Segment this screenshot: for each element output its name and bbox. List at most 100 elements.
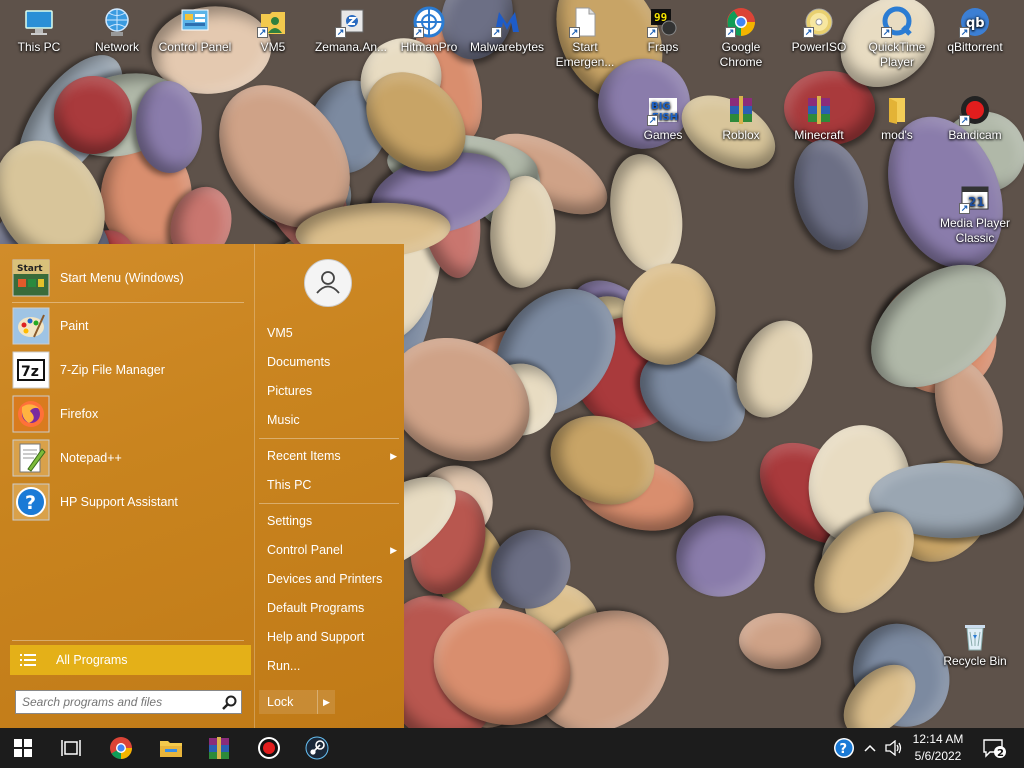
taskbar-bandicam[interactable] [246,728,292,768]
places-item-default-programs[interactable]: Default Programs [267,599,397,617]
program-label: Paint [60,319,89,333]
media-player-classic-icon: 21 ↗ [959,182,991,214]
places-item-pictures[interactable]: Pictures [267,382,397,400]
desktop-icon-hitmanpro[interactable]: ↗ HitmanPro [390,0,468,55]
chevron-up-icon [864,744,876,752]
submenu-arrow-icon: ▶ [390,545,397,555]
start-menu-places-pane: VM5 Documents Pictures Music Recent Item… [254,244,404,728]
search-box[interactable] [15,690,242,714]
divider [259,438,399,439]
folder-icon [881,94,913,126]
places-item-music[interactable]: Music [267,411,397,429]
shortcut-arrow-icon: ↗ [257,27,268,38]
desktop-icon-this-pc[interactable]: This PC [0,0,78,55]
pebble-decoration [783,132,878,258]
task-view-button[interactable] [48,728,94,768]
program-label: HP Support Assistant [60,495,178,509]
firefox-icon [12,395,50,433]
places-item-help-support[interactable]: Help and Support [267,628,397,646]
taskbar-file-explorer[interactable] [148,728,194,768]
program-firefox[interactable]: Firefox [12,394,248,434]
desktop-icon-zemana[interactable]: ↗ Zemana.An... [312,0,390,55]
desktop-icon-media-player-classic[interactable]: 21 ↗ Media Player Classic [936,176,1014,246]
desktop-icon-recycle-bin[interactable]: Recycle Bin [936,614,1014,669]
desktop-icon-control-panel[interactable]: Control Panel [156,0,234,55]
submenu-arrow-icon: ▶ [390,451,397,461]
all-programs-label: All Programs [56,653,128,667]
lock-options-arrow-icon[interactable]: ▶ [317,690,335,714]
taskbar-chrome[interactable] [98,728,144,768]
divider [12,640,244,641]
start-menu-windows-item[interactable]: Start Start Menu (Windows) [12,258,248,298]
svg-text:Start: Start [17,264,43,274]
desktop-icon-network[interactable]: Network [78,0,156,55]
search-input[interactable] [16,692,219,712]
places-item-vm5[interactable]: VM5 [267,324,397,342]
chrome-icon [110,737,132,759]
desktop-icon-minecraft[interactable]: Minecraft [780,88,858,143]
shortcut-arrow-icon: ↗ [881,27,892,38]
shortcut-arrow-icon: ↗ [335,27,346,38]
svg-text:21: 21 [968,195,985,209]
desktop-icon-malwarebytes[interactable]: ↗ Malwarebytes [468,0,546,55]
divider [259,503,399,504]
svg-text:BIG: BIG [651,101,671,112]
lock-label: Lock [267,695,294,709]
tray-volume-button[interactable] [882,728,906,768]
start-menu-programs-pane: Start Start Menu (Windows) Paint 7z 7-Zi… [0,244,254,728]
start-button[interactable] [0,728,46,768]
desktop-icon-poweriso[interactable]: ↗ PowerISO [780,0,858,55]
places-item-run[interactable]: Run... [267,657,397,675]
places-item-devices-printers[interactable]: Devices and Printers [267,570,397,588]
program-7zip[interactable]: 7z 7-Zip File Manager [12,350,248,390]
taskbar-steam[interactable] [294,728,340,768]
places-item-documents[interactable]: Documents [267,353,397,371]
program-notepadpp[interactable]: Notepad++ [12,438,248,478]
user-avatar[interactable] [304,259,352,307]
desktop-icon-games[interactable]: BIG FISH ↗ Games [624,88,702,143]
desktop-icon-fraps[interactable]: 99 ↗ Fraps [624,0,702,55]
notification-center-button[interactable]: 2 [976,728,1012,768]
places-item-this-pc[interactable]: This PC [267,476,397,494]
taskbar-winrar[interactable] [196,728,242,768]
malwarebytes-icon: ↗ [491,6,523,38]
paint-icon [12,307,50,345]
all-programs-button[interactable]: All Programs [10,645,251,675]
clock-time: 12:14 AM [912,732,964,746]
program-paint[interactable]: Paint [12,306,248,346]
shortcut-arrow-icon: ↗ [491,27,502,38]
desktop-icon-mods[interactable]: mod's [858,88,936,143]
bigfish-games-icon: BIG FISH ↗ [647,94,679,126]
zemana-installer-icon: ↗ [335,6,367,38]
desktop-icon-qbittorrent[interactable]: qb ↗ qBittorrent [936,0,1014,55]
program-hp-support[interactable]: ? HP Support Assistant [12,482,248,522]
computer-icon [23,6,55,38]
places-item-settings[interactable]: Settings [267,512,397,530]
shortcut-arrow-icon: ↗ [959,27,970,38]
shortcut-arrow-icon: ↗ [959,115,970,126]
lock-button[interactable]: Lock ▶ [259,690,335,714]
desktop-icon-quicktime[interactable]: ↗ QuickTime Player [858,0,936,70]
bandicam-icon [258,737,280,759]
desktop-icon-start-emergency[interactable]: ↗ Start Emergen... [546,0,624,70]
desktop-icon-bandicam[interactable]: ↗ Bandicam [936,88,1014,143]
desktop-icon-roblox[interactable]: Roblox [702,88,780,143]
places-item-control-panel[interactable]: Control Panel ▶ [267,541,397,559]
places-item-recent-items[interactable]: Recent Items ▶ [267,447,397,465]
search-icon[interactable] [219,692,241,712]
pebble-decoration [601,148,692,278]
start-menu: Start Start Menu (Windows) Paint 7z 7-Zi… [0,244,404,728]
program-label: 7-Zip File Manager [60,363,165,377]
task-view-icon [61,740,81,756]
svg-text:?: ? [840,742,848,757]
winrar-archive-icon [803,94,835,126]
shortcut-arrow-icon: ↗ [413,27,424,38]
desktop-icon-vm5[interactable]: ↗ VM5 [234,0,312,55]
start-menu-windows-label: Start Menu (Windows) [60,271,184,285]
taskbar-clock[interactable]: 12:14 AM 5/6/2022 [906,731,970,765]
tray-show-hidden-button[interactable] [860,728,880,768]
desktop-icon-google-chrome[interactable]: ↗ Google Chrome [702,0,780,70]
chrome-icon: ↗ [725,6,757,38]
svg-text:?: ? [25,492,36,514]
notification-count-badge: 2 [997,748,1004,759]
